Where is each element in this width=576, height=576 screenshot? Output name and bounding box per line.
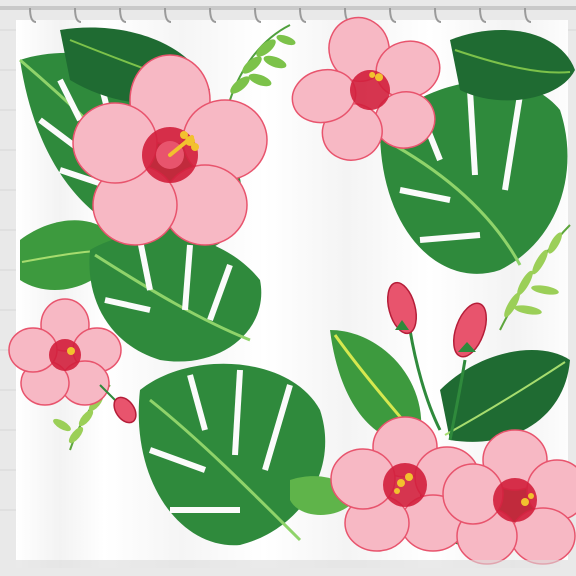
curtain-rod (0, 6, 576, 10)
shower-curtain-scene (0, 0, 576, 576)
curtain-illustration (0, 0, 576, 576)
curtain-bottom-shadow (16, 560, 568, 568)
